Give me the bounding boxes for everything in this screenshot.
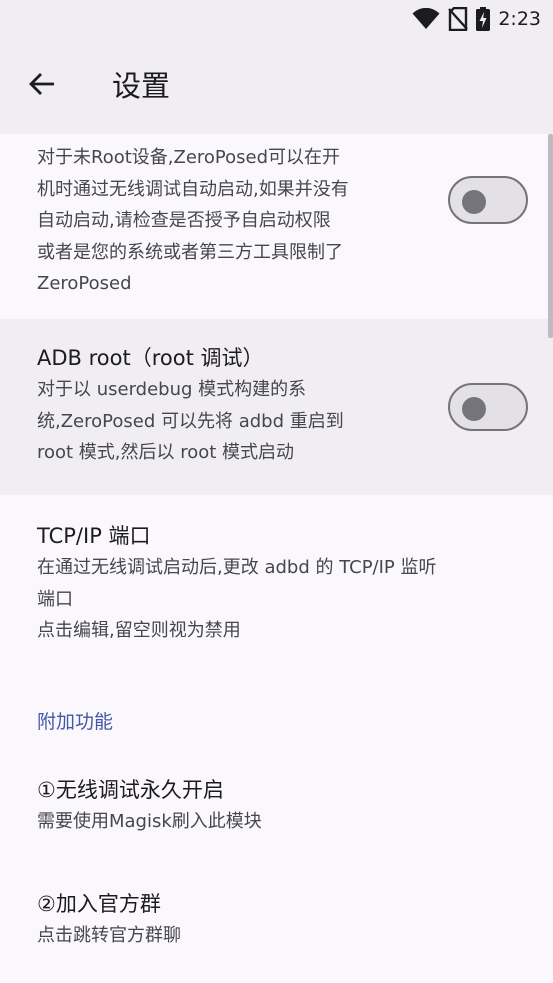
category-header-extras: 附加功能	[37, 711, 114, 733]
pref-summary: 自动启动,请检查是否授予自启动权限	[37, 210, 331, 231]
pref-wireless-debug-permanent[interactable]: ①无线调试永久开启 需要使用Magisk刷入此模块	[0, 754, 553, 862]
no-sim-icon	[448, 7, 469, 31]
status-time: 2:23	[498, 8, 541, 30]
pref-tcp-port[interactable]: TCP/IP 端口 在通过无线调试启动后,更改 adbd 的 TCP/IP 监听…	[0, 495, 553, 671]
switch-thumb	[462, 190, 486, 214]
pref-summary: 需要使用Magisk刷入此模块	[37, 811, 262, 832]
non-root-autostart-switch[interactable]	[448, 176, 528, 224]
arrow-back-icon	[28, 70, 56, 102]
pref-summary: 端口	[37, 588, 73, 610]
scrollbar[interactable]	[548, 134, 553, 338]
status-icons: 2:23	[412, 6, 541, 32]
pref-summary: 统,ZeroPosed 可以先将 adbd 重启到	[37, 410, 344, 432]
status-bar: 2:23	[0, 0, 553, 38]
pref-non-root-autostart[interactable]: 对于未Root设备,ZeroPosed可以在开 机时通过无线调试自动启动,如果并…	[0, 134, 553, 319]
pref-title: ADB root（root 调试）	[37, 346, 264, 370]
pref-title: ②加入官方群	[37, 892, 161, 916]
pref-summary: 机时通过无线调试自动启动,如果并没有	[37, 178, 349, 200]
back-button[interactable]	[18, 62, 66, 110]
wifi-icon	[412, 8, 440, 30]
adb-root-switch[interactable]	[448, 383, 528, 431]
pref-summary: root 模式,然后以 root 模式启动	[37, 442, 295, 463]
pref-summary: 对于未Root设备,ZeroPosed可以在开	[37, 147, 341, 168]
pref-title: ①无线调试永久开启	[37, 778, 224, 802]
app-bar: 设置	[0, 38, 553, 134]
pref-summary: 对于以 userdebug 模式构建的系	[37, 379, 307, 400]
pref-summary: 在通过无线调试启动后,更改 adbd 的 TCP/IP 监听	[37, 557, 437, 578]
battery-charging-icon	[476, 7, 491, 31]
page-title: 设置	[112, 69, 171, 103]
pref-title: TCP/IP 端口	[37, 524, 151, 548]
settings-list[interactable]: 对于未Root设备,ZeroPosed可以在开 机时通过无线调试自动启动,如果并…	[0, 134, 553, 983]
pref-summary: 点击编辑,留空则视为禁用	[37, 620, 241, 641]
pref-summary: 或者是您的系统或者第三方工具限制了	[37, 241, 343, 263]
switch-thumb	[462, 397, 486, 421]
pref-summary: ZeroPosed	[37, 273, 132, 294]
pref-summary: 点击跳转官方群聊	[37, 925, 181, 946]
pref-adb-root[interactable]: ADB root（root 调试） 对于以 userdebug 模式构建的系 统…	[0, 319, 553, 495]
pref-join-official-group[interactable]: ②加入官方群 点击跳转官方群聊	[0, 862, 553, 972]
